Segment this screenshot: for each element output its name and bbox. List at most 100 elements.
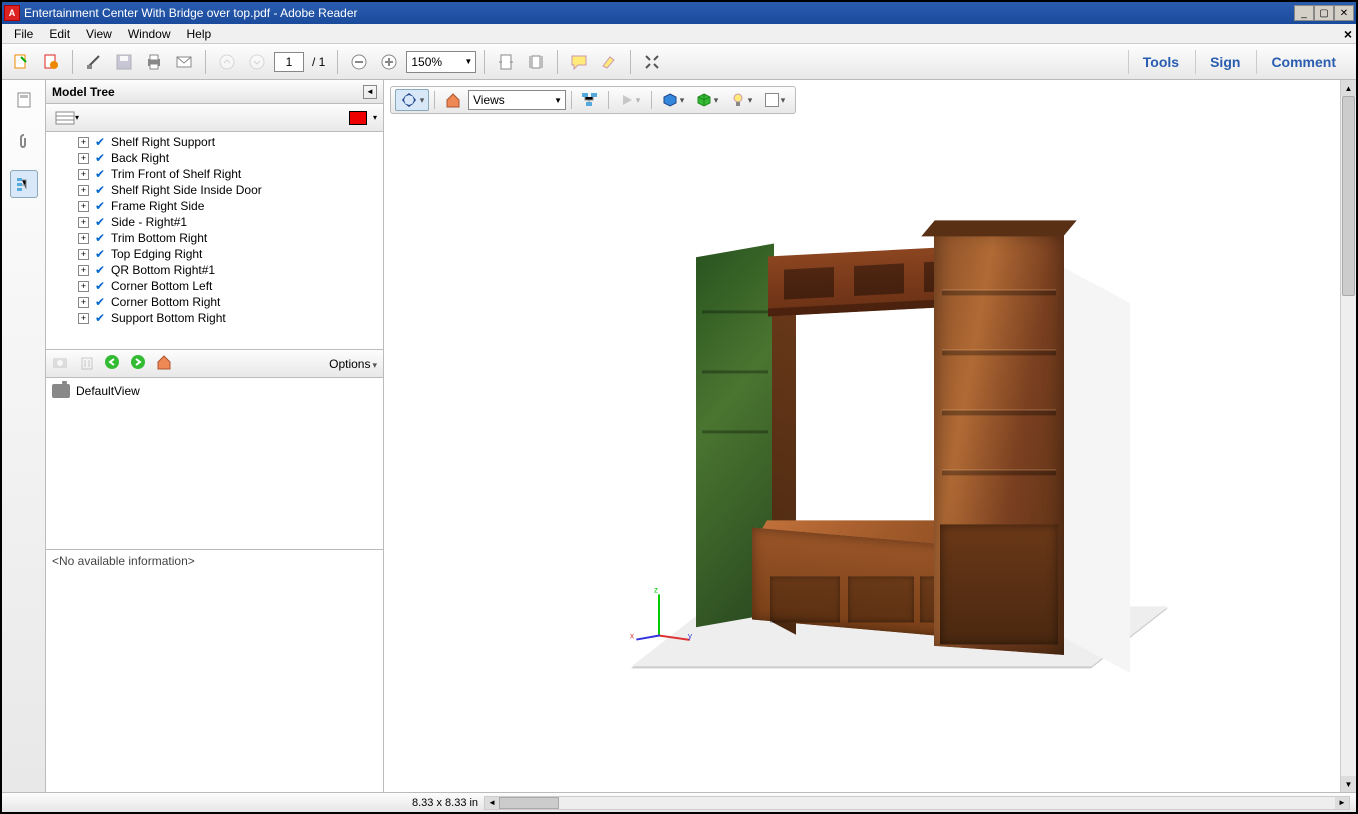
- checkbox-icon[interactable]: ✔: [93, 167, 107, 181]
- tree-view-mode-icon[interactable]: ▾: [52, 105, 82, 131]
- expand-icon[interactable]: +: [78, 265, 89, 276]
- lighting-icon[interactable]: [725, 89, 757, 111]
- read-mode-icon[interactable]: [639, 49, 665, 75]
- zoom-out-icon[interactable]: [346, 49, 372, 75]
- expand-icon[interactable]: +: [78, 153, 89, 164]
- views-list[interactable]: DefaultView: [46, 378, 383, 549]
- menu-help[interactable]: Help: [179, 25, 220, 43]
- highlight-icon[interactable]: [596, 49, 622, 75]
- tree-item[interactable]: +✔Top Edging Right: [48, 246, 381, 262]
- page-down-icon: [244, 49, 270, 75]
- tree-item[interactable]: +✔Frame Right Side: [48, 198, 381, 214]
- fit-page-icon[interactable]: [523, 49, 549, 75]
- vertical-scrollbar[interactable]: ▲ ▼: [1340, 80, 1356, 792]
- expand-icon[interactable]: +: [78, 249, 89, 260]
- tools-link[interactable]: Tools: [1128, 50, 1193, 74]
- home-view-icon[interactable]: [156, 354, 172, 373]
- model-tree-icon[interactable]: [10, 170, 38, 198]
- tree-item[interactable]: +✔Shelf Right Side Inside Door: [48, 182, 381, 198]
- collapse-panel-button[interactable]: ◄: [363, 85, 377, 99]
- tree-item[interactable]: +✔Back Right: [48, 150, 381, 166]
- expand-icon[interactable]: +: [78, 185, 89, 196]
- document-viewer[interactable]: Views: [384, 80, 1356, 792]
- email-icon[interactable]: [171, 49, 197, 75]
- menu-window[interactable]: Window: [120, 25, 179, 43]
- separator: [72, 50, 73, 74]
- expand-icon[interactable]: +: [78, 281, 89, 292]
- view-item-default[interactable]: DefaultView: [50, 382, 379, 400]
- checkbox-icon[interactable]: ✔: [93, 295, 107, 309]
- background-color-icon[interactable]: [759, 89, 791, 111]
- expand-icon[interactable]: +: [78, 201, 89, 212]
- restore-button[interactable]: ▢: [1314, 5, 1334, 21]
- expand-icon[interactable]: +: [78, 313, 89, 324]
- checkbox-icon[interactable]: ✔: [93, 311, 107, 325]
- checkbox-icon[interactable]: ✔: [93, 135, 107, 149]
- model-hierarchy-icon[interactable]: [577, 89, 603, 111]
- convert-pdf-icon[interactable]: [8, 49, 34, 75]
- checkbox-icon[interactable]: ✔: [93, 279, 107, 293]
- checkbox-icon[interactable]: ✔: [93, 263, 107, 277]
- tree-item[interactable]: + ✔ QR Bottom Right#1: [48, 262, 381, 278]
- 3d-model-render[interactable]: z y x: [600, 210, 1140, 680]
- scroll-right-arrow[interactable]: ►: [1335, 797, 1349, 809]
- isolate-part-icon[interactable]: [657, 89, 689, 111]
- horizontal-scrollbar[interactable]: ◄ ►: [484, 796, 1350, 810]
- menu-edit[interactable]: Edit: [41, 25, 78, 43]
- close-button[interactable]: ✕: [1334, 5, 1354, 21]
- checkbox-icon[interactable]: ✔: [93, 151, 107, 165]
- highlight-color-swatch[interactable]: [349, 111, 367, 125]
- menu-file[interactable]: File: [6, 25, 41, 43]
- page-number-input[interactable]: [274, 52, 304, 72]
- scroll-down-arrow[interactable]: ▼: [1341, 776, 1356, 792]
- fit-width-icon[interactable]: [493, 49, 519, 75]
- render-mode-icon[interactable]: [691, 89, 723, 111]
- sign-link[interactable]: Sign: [1195, 50, 1254, 74]
- close-document-button[interactable]: ×: [1344, 26, 1352, 42]
- tree-item[interactable]: +✔Trim Bottom Right: [48, 230, 381, 246]
- next-view-icon[interactable]: [130, 354, 146, 373]
- prev-view-icon[interactable]: [104, 354, 120, 373]
- expand-icon[interactable]: +: [78, 137, 89, 148]
- sign-icon[interactable]: [81, 49, 107, 75]
- menu-view[interactable]: View: [78, 25, 120, 43]
- scroll-thumb[interactable]: [1342, 96, 1355, 296]
- scroll-left-arrow[interactable]: ◄: [485, 797, 499, 809]
- comment-bubble-icon[interactable]: [566, 49, 592, 75]
- attachments-icon[interactable]: [10, 128, 38, 156]
- home-view-icon[interactable]: [440, 89, 466, 111]
- checkbox-icon[interactable]: ✔: [93, 247, 107, 261]
- print-icon[interactable]: [141, 49, 167, 75]
- scroll-thumb-h[interactable]: [499, 797, 559, 809]
- tree-item-label: Corner Bottom Right: [111, 295, 220, 309]
- expand-icon[interactable]: +: [78, 169, 89, 180]
- tree-item[interactable]: + ✔ Corner Bottom Right: [48, 294, 381, 310]
- thumbnails-icon[interactable]: [10, 86, 38, 114]
- zoom-select[interactable]: 150%: [406, 51, 476, 73]
- checkbox-icon[interactable]: ✔: [93, 199, 107, 213]
- expand-icon[interactable]: +: [78, 233, 89, 244]
- checkbox-icon[interactable]: ✔: [93, 231, 107, 245]
- tree-item[interactable]: +✔Side - Right#1: [48, 214, 381, 230]
- tree-item[interactable]: +✔Corner Bottom Left: [48, 278, 381, 294]
- comment-link[interactable]: Comment: [1256, 50, 1350, 74]
- new-view-icon[interactable]: [52, 354, 70, 373]
- checkbox-icon[interactable]: ✔: [93, 183, 107, 197]
- views-options-menu[interactable]: Options: [329, 357, 377, 371]
- zoom-in-icon[interactable]: [376, 49, 402, 75]
- scroll-up-arrow[interactable]: ▲: [1341, 80, 1356, 96]
- delete-view-icon[interactable]: [80, 354, 94, 373]
- tree-item-label: QR Bottom Right#1: [111, 263, 215, 277]
- export-pdf-icon[interactable]: [38, 49, 64, 75]
- views-dropdown[interactable]: Views: [468, 90, 566, 110]
- expand-icon[interactable]: +: [78, 297, 89, 308]
- tree-item[interactable]: +✔Support Bottom Right: [48, 310, 381, 326]
- tree-item-label: Shelf Right Support: [111, 135, 215, 149]
- tree-item[interactable]: +✔Trim Front of Shelf Right: [48, 166, 381, 182]
- rotate-tool-icon[interactable]: [395, 89, 429, 111]
- minimize-button[interactable]: _: [1294, 5, 1314, 21]
- model-tree-list[interactable]: +✔Shelf Right Support+✔Back Right+✔Trim …: [46, 132, 383, 350]
- expand-icon[interactable]: +: [78, 217, 89, 228]
- checkbox-icon[interactable]: ✔: [93, 215, 107, 229]
- tree-item[interactable]: + ✔ Shelf Right Support: [48, 134, 381, 150]
